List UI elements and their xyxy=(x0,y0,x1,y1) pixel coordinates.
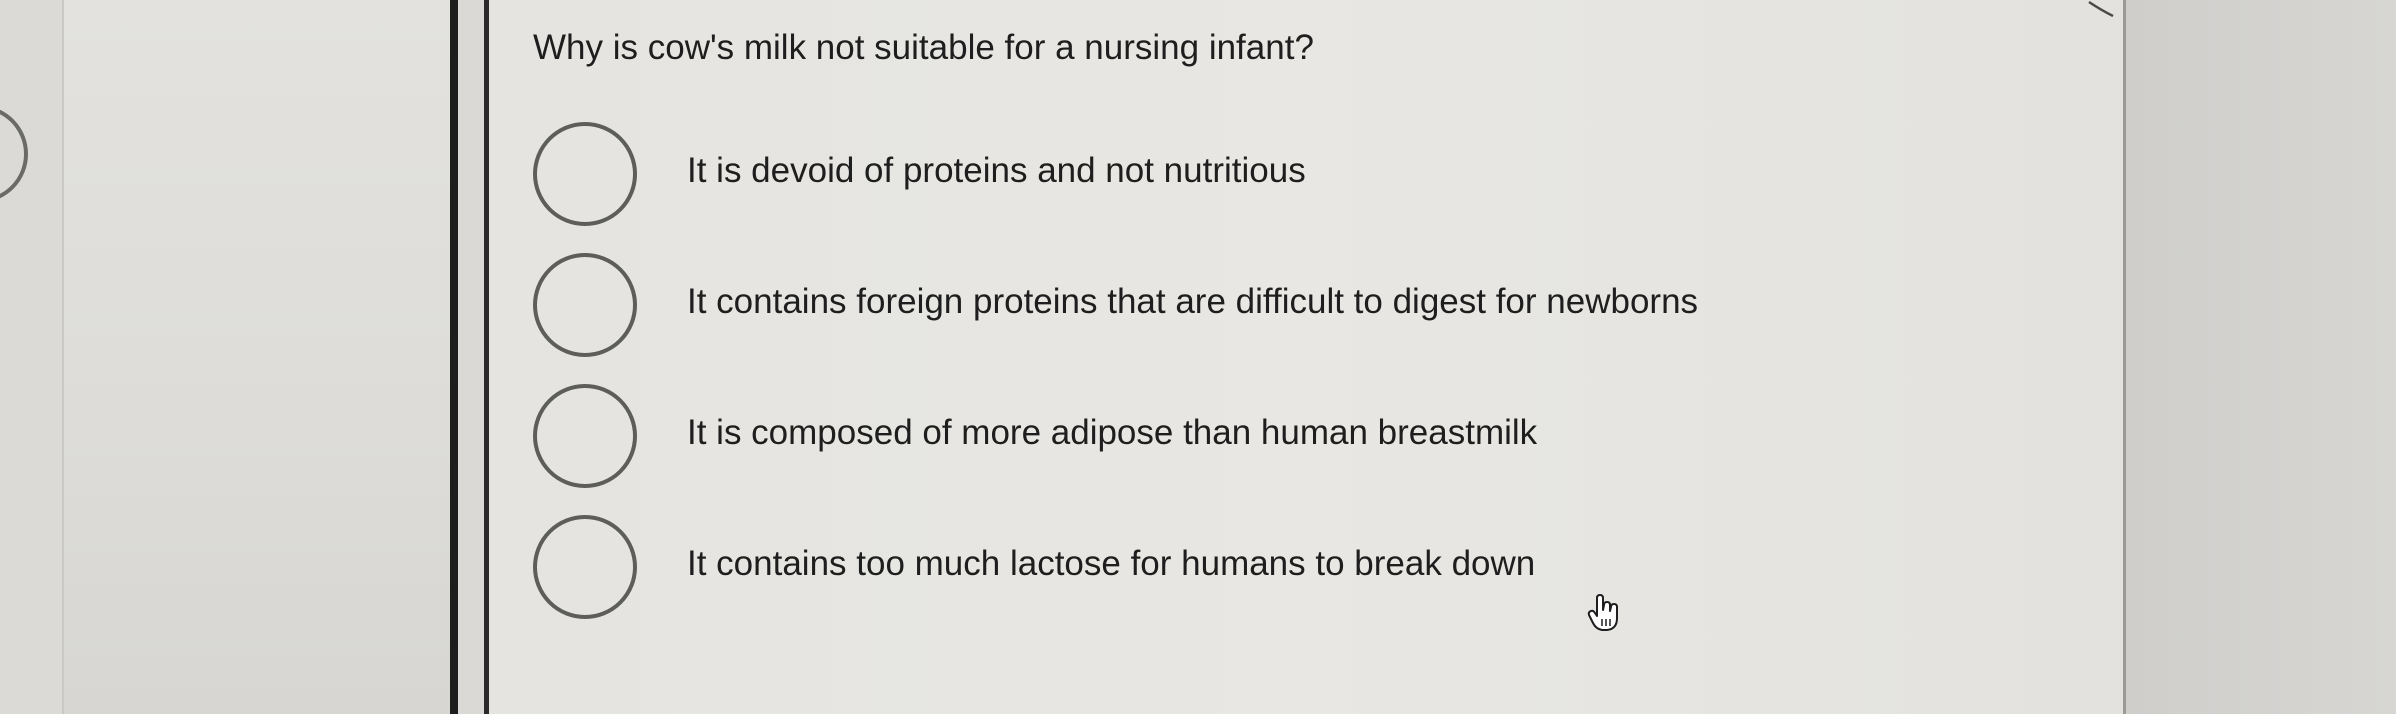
radio-unselected-icon[interactable] xyxy=(533,384,637,488)
frame-border-outer xyxy=(450,0,458,714)
answer-option-label: It contains too much lactose for humans … xyxy=(687,544,1536,583)
question-text: Why is cow's milk not suitable for a nur… xyxy=(533,28,1314,67)
right-background-pane xyxy=(2126,0,2396,714)
left-background-pane xyxy=(0,0,452,714)
left-edge-strip xyxy=(0,0,64,714)
answer-option-4[interactable]: It contains too much lactose for humans … xyxy=(533,511,1983,623)
answer-option-3[interactable]: It is composed of more adipose than huma… xyxy=(533,380,1983,492)
radio-unselected-icon[interactable] xyxy=(533,515,637,619)
radio-unselected-icon[interactable] xyxy=(533,122,637,226)
stray-mark-icon xyxy=(2088,0,2114,18)
radio-unselected-icon[interactable] xyxy=(533,253,637,357)
quiz-panel: Why is cow's milk not suitable for a nur… xyxy=(489,0,2126,714)
answer-option-1[interactable]: It is devoid of proteins and not nutriti… xyxy=(533,118,1983,230)
answer-option-label: It is devoid of proteins and not nutriti… xyxy=(687,151,1306,190)
answer-option-2[interactable]: It contains foreign proteins that are di… xyxy=(533,249,1983,361)
hand-pointer-icon xyxy=(1587,594,1618,631)
answer-option-label: It is composed of more adipose than huma… xyxy=(687,413,1538,452)
answer-option-label: It contains foreign proteins that are di… xyxy=(687,282,1699,321)
